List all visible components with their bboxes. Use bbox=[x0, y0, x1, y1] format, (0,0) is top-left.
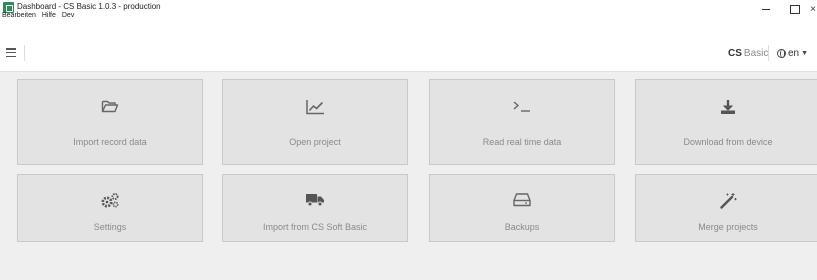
tile-open-project[interactable]: Open project bbox=[222, 79, 408, 165]
menu-bar: Bearbeiten Hilfe Dev bbox=[0, 10, 75, 22]
gears-icon bbox=[100, 192, 120, 209]
tile-label: Import record data bbox=[73, 137, 147, 147]
language-selector[interactable]: en ▼ bbox=[777, 48, 808, 59]
tile-read-real-time-data[interactable]: Read real time data bbox=[429, 79, 615, 165]
terminal-icon bbox=[512, 99, 532, 113]
tile-merge-projects[interactable]: Merge projects bbox=[635, 174, 817, 242]
hard-drive-icon bbox=[513, 192, 531, 207]
folder-open-icon bbox=[101, 99, 119, 114]
menu-item-dev[interactable]: Dev bbox=[61, 10, 75, 22]
menu-item-bearbeiten[interactable]: Bearbeiten bbox=[1, 10, 37, 22]
hamburger-menu-icon[interactable] bbox=[6, 48, 16, 57]
tile-label: Open project bbox=[289, 137, 341, 147]
tile-label: Settings bbox=[93, 222, 127, 232]
menu-item-hilfe[interactable]: Hilfe bbox=[41, 10, 57, 22]
window-titlebar: Dashboard - CS Basic 1.0.3 - production … bbox=[0, 0, 817, 22]
tile-settings[interactable]: Settings bbox=[17, 174, 203, 242]
brand-strong: CS bbox=[728, 48, 742, 59]
close-button[interactable]: × bbox=[806, 0, 817, 18]
close-icon: × bbox=[810, 3, 816, 15]
maximize-button[interactable] bbox=[781, 0, 809, 18]
brand-light: Basic bbox=[743, 48, 769, 59]
tile-download-from-device[interactable]: Download from device bbox=[635, 79, 817, 165]
tile-label: Download from device bbox=[683, 137, 773, 147]
brand-divider bbox=[768, 45, 769, 61]
tile-label: Read real time data bbox=[482, 137, 562, 147]
line-chart-icon bbox=[305, 99, 325, 115]
minimize-button[interactable] bbox=[752, 0, 780, 18]
app-header: CS Basic en ▼ bbox=[0, 37, 817, 71]
download-icon bbox=[720, 99, 736, 115]
tile-label: Import from CS Soft Basic bbox=[262, 222, 368, 232]
tile-backups[interactable]: Backups bbox=[429, 174, 615, 242]
tile-import-record-data[interactable]: Import record data bbox=[17, 79, 203, 165]
tile-label: Backups bbox=[504, 222, 540, 232]
magic-wand-icon bbox=[719, 192, 737, 209]
tile-label: Merge projects bbox=[698, 222, 758, 232]
caret-down-icon: ▼ bbox=[801, 50, 809, 57]
brand-name: CS Basic bbox=[728, 48, 768, 59]
language-label: en bbox=[788, 48, 800, 59]
tile-import-from-cs-soft-basic[interactable]: Import from CS Soft Basic bbox=[222, 174, 408, 242]
globe-icon bbox=[777, 49, 786, 58]
truck-icon bbox=[305, 192, 325, 207]
header-divider bbox=[24, 45, 25, 61]
